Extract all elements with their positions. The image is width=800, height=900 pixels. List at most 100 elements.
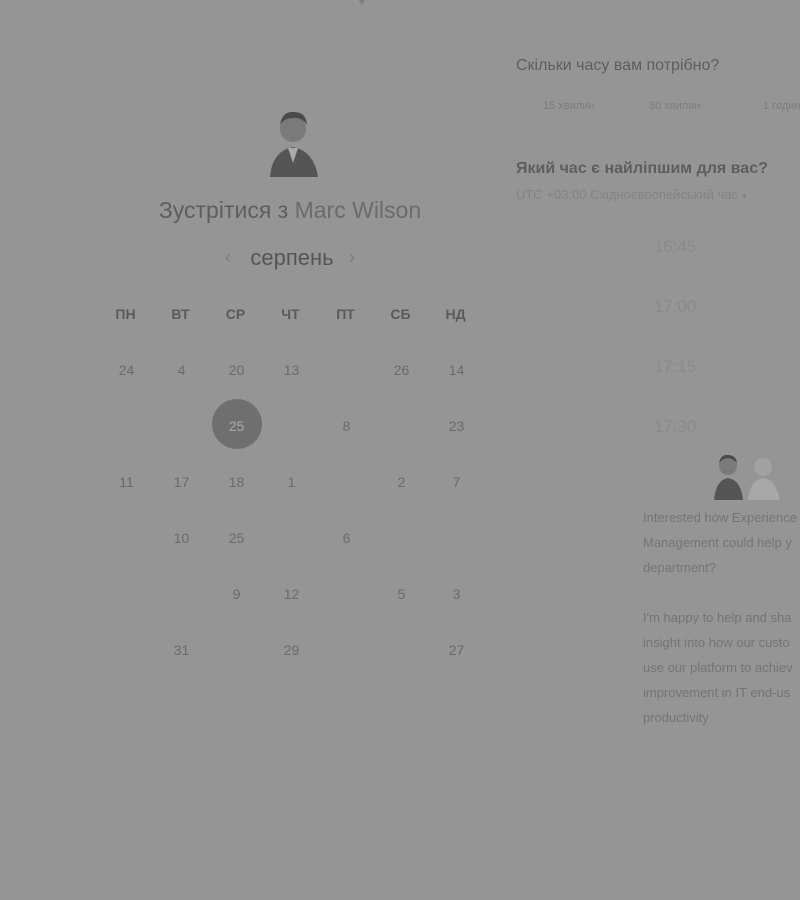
weekday-label: ПН xyxy=(115,306,136,322)
calendar-day[interactable]: 29 xyxy=(264,622,319,678)
calendar-day-label: 26 xyxy=(393,362,410,378)
calendar-day[interactable]: 26 xyxy=(374,342,429,398)
weekday-label: СР xyxy=(225,306,246,322)
bio-paragraph: I'm happy to help and sha insight into h… xyxy=(643,610,793,725)
calendar-day[interactable]: 8 xyxy=(319,398,374,454)
weekday-label: СБ xyxy=(390,306,411,322)
month-navigation: ‹ серпень › xyxy=(220,243,364,275)
calendar-day xyxy=(374,622,429,678)
bio-paragraph: Interested how Experience Management cou… xyxy=(643,510,797,575)
caret-down-icon: ▾ xyxy=(741,191,747,201)
calendar-day xyxy=(209,622,264,678)
calendar-day xyxy=(319,454,374,510)
calendar-day[interactable]: 13 xyxy=(264,342,319,398)
duration-options: 15 хвилин 30 хвилин 1 годин xyxy=(516,100,800,118)
calendar-day[interactable]: 31 xyxy=(154,622,209,678)
calendar-day[interactable]: 10 xyxy=(154,510,209,566)
calendar-day-label: 24 xyxy=(118,362,135,378)
calendar-day-label: 2 xyxy=(397,474,406,490)
calendar-day xyxy=(319,342,374,398)
calendar-day[interactable]: 23 xyxy=(429,398,484,454)
calendar-day[interactable]: 9 xyxy=(209,566,264,622)
calendar-day-label: 4 xyxy=(177,362,186,378)
team-avatars xyxy=(714,454,780,500)
calendar-day-label: 25 xyxy=(228,530,245,546)
calendar-day-label: 14 xyxy=(448,362,465,378)
host-bio: Interested how Experience Management cou… xyxy=(643,505,800,755)
calendar-day[interactable]: 4 xyxy=(154,342,209,398)
calendar-day[interactable]: 1 xyxy=(264,454,319,510)
duration-option-60[interactable]: 1 годин xyxy=(763,100,800,112)
host-name: Marc Wilson xyxy=(294,197,422,223)
calendar-day xyxy=(374,398,429,454)
duration-option-15[interactable]: 15 хвилин xyxy=(543,100,594,112)
calendar-day-selected[interactable]: 25 xyxy=(209,398,264,454)
calendar-day-label: 3 xyxy=(452,586,461,602)
host-avatar xyxy=(270,111,318,177)
calendar-day[interactable]: 7 xyxy=(429,454,484,510)
calendar-day-label: 1 xyxy=(287,474,296,490)
calendar-day[interactable]: 20 xyxy=(209,342,264,398)
calendar-day xyxy=(99,398,154,454)
calendar-day-label: 7 xyxy=(452,474,461,490)
calendar-day xyxy=(264,398,319,454)
duration-title: Скільки часу вам потрібно? xyxy=(516,57,720,74)
calendar-day[interactable]: 6 xyxy=(319,510,374,566)
calendar-day xyxy=(319,622,374,678)
calendar-day xyxy=(154,566,209,622)
duration-option-30[interactable]: 30 хвилин xyxy=(649,100,700,112)
calendar-day[interactable]: 18 xyxy=(209,454,264,510)
calendar-day-label: 11 xyxy=(119,474,134,490)
calendar-day-label: 12 xyxy=(283,586,300,602)
weekday-label: ПТ xyxy=(336,306,355,322)
calendar-day[interactable]: 14 xyxy=(429,342,484,398)
calendar-day xyxy=(319,566,374,622)
calendar-day[interactable]: 24 xyxy=(99,342,154,398)
weekday-label: ВТ xyxy=(171,306,190,322)
calendar-day xyxy=(154,398,209,454)
calendar-day-label: 27 xyxy=(448,642,465,658)
calendar-day-label: 9 xyxy=(232,586,241,602)
popover-arrow-icon xyxy=(355,0,369,5)
calendar-day[interactable]: 11 xyxy=(99,454,154,510)
time-slot[interactable]: 16:45 xyxy=(620,237,730,257)
calendar-day xyxy=(374,510,429,566)
meeting-title: Зустрітися з Marc Wilson xyxy=(0,197,580,224)
calendar-day[interactable]: 12 xyxy=(264,566,319,622)
calendar-day-label: 13 xyxy=(283,362,300,378)
calendar-day-label: 10 xyxy=(173,530,190,546)
calendar-day[interactable]: 17 xyxy=(154,454,209,510)
calendar-day-label: 17 xyxy=(173,474,190,490)
calendar-day xyxy=(99,566,154,622)
calendar-day-label: 25 xyxy=(228,418,245,434)
weekday-header: ПН ВТ СР ЧТ ПТ СБ НД xyxy=(98,306,483,322)
time-slot[interactable]: 17:30 xyxy=(620,417,730,437)
calendar-day xyxy=(429,510,484,566)
calendar-day-label: 23 xyxy=(448,418,465,434)
calendar-day xyxy=(99,510,154,566)
calendar-day-label: 6 xyxy=(342,530,351,546)
calendar-day-label: 18 xyxy=(228,474,245,490)
time-title: Який час є найліпшим для вас? xyxy=(516,160,768,177)
calendar-day[interactable]: 2 xyxy=(374,454,429,510)
time-slot[interactable]: 17:15 xyxy=(620,357,730,377)
calendar-day[interactable]: 25 xyxy=(209,510,264,566)
calendar-day xyxy=(264,510,319,566)
calendar-day-label: 20 xyxy=(228,362,245,378)
timezone-label: UTC +03:00 Східноєвропейський час xyxy=(516,187,738,202)
calendar-day[interactable]: 5 xyxy=(374,566,429,622)
calendar-day[interactable]: 3 xyxy=(429,566,484,622)
chevron-right-icon[interactable]: › xyxy=(349,247,355,268)
calendar-day[interactable]: 27 xyxy=(429,622,484,678)
calendar-day-label: 29 xyxy=(283,642,300,658)
calendar-day xyxy=(99,622,154,678)
time-slot[interactable]: 17:00 xyxy=(620,297,730,317)
weekday-label: ЧТ xyxy=(281,306,300,322)
calendar-day-label: 8 xyxy=(342,418,351,434)
calendar-day-label: 31 xyxy=(173,642,190,658)
calendar-day-label: 5 xyxy=(397,586,406,602)
month-label: серпень xyxy=(250,245,334,270)
calendar-days-grid: 24 4 20 13 26 14 25 8 23 11 17 18 1 2 7 10 25 6 9 12 5 3 31 29 2… xyxy=(99,342,484,678)
weekday-label: НД xyxy=(445,306,466,322)
timezone-select[interactable]: UTC +03:00 Східноєвропейський час ▾ xyxy=(516,187,747,202)
